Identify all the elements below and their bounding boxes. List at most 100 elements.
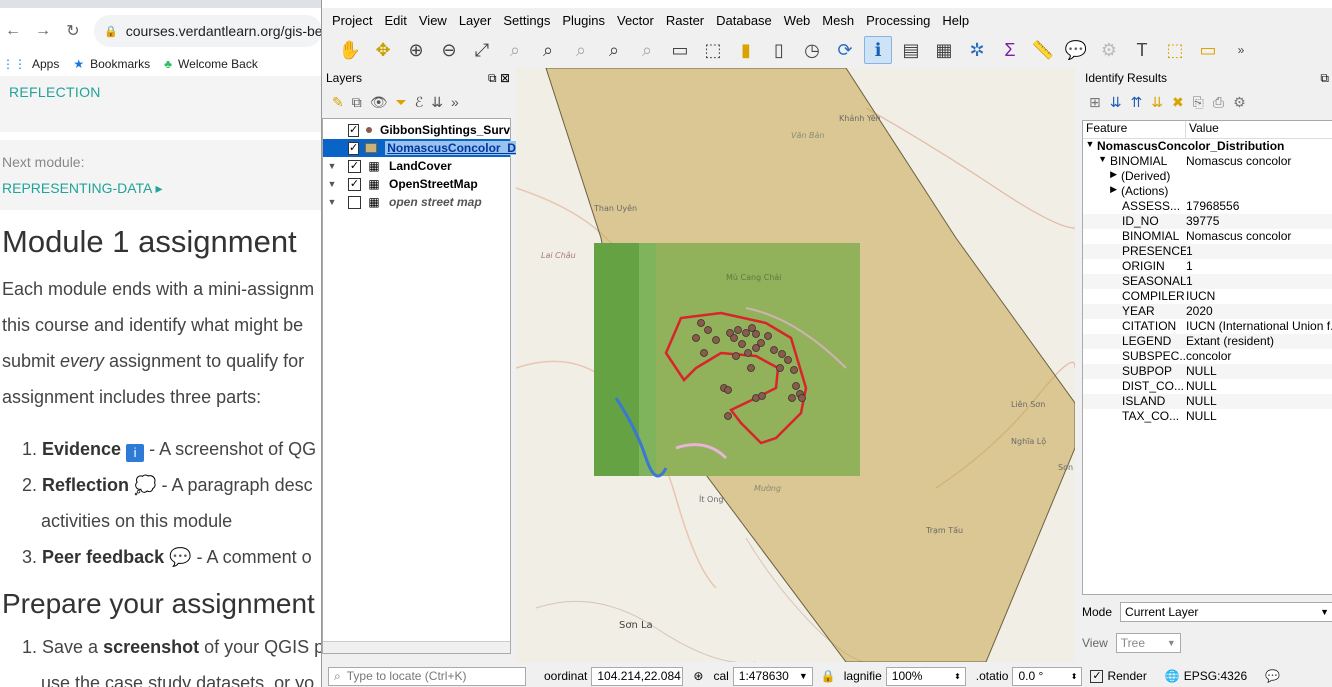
layer-styling-icon[interactable]: ✎	[332, 94, 344, 111]
crs-button[interactable]: EPSG:4326	[1184, 669, 1247, 683]
expand-tree-icon[interactable]: ⇊	[1110, 94, 1122, 111]
menu-view[interactable]: View	[413, 13, 453, 28]
identify-actions-row[interactable]: ▶ (Actions)	[1083, 184, 1332, 199]
pan-to-selection-icon[interactable]: ✥	[369, 36, 397, 64]
layer-visibility-checkbox[interactable]: ✓	[348, 177, 361, 191]
menu-raster[interactable]: Raster	[660, 13, 710, 28]
menu-database[interactable]: Database	[710, 13, 778, 28]
clear-results-icon[interactable]: ✖	[1172, 94, 1184, 111]
show-bookmarks-icon[interactable]: ▯	[765, 36, 793, 64]
zoom-out-icon[interactable]: ⊖	[435, 36, 463, 64]
new-bookmark-icon[interactable]: ▮	[732, 36, 760, 64]
layer-visibility-checkbox[interactable]	[348, 195, 361, 209]
forward-icon[interactable]: →	[34, 22, 52, 40]
zoom-next-icon[interactable]: ⌕	[633, 36, 661, 64]
map-canvas[interactable]: Khánh Yên Văn Bàn Than Uyên Mù Cang Chải…	[516, 68, 1075, 662]
layer-visibility-checkbox[interactable]: ✓	[348, 159, 361, 173]
expand-arrow-icon[interactable]: ▶	[1083, 184, 1121, 199]
render-checkbox[interactable]: ✓	[1090, 669, 1104, 683]
messages-icon[interactable]: 💬	[1265, 669, 1280, 683]
menu-mesh[interactable]: Mesh	[816, 13, 860, 28]
zoom-native-icon[interactable]: ⌕	[567, 36, 595, 64]
layer-visibility-checkbox[interactable]: ✓	[348, 123, 360, 137]
scale-field[interactable]: 1:478630 ▼	[732, 666, 813, 686]
temporal-controller-icon[interactable]: ◷	[798, 36, 826, 64]
measure-icon[interactable]: 📏	[1029, 36, 1057, 64]
column-value[interactable]: Value	[1186, 121, 1332, 138]
menu-processing[interactable]: Processing	[860, 13, 936, 28]
horizontal-scrollbar[interactable]	[323, 641, 510, 653]
next-module-link[interactable]: REPRESENTING-DATA ▸	[2, 180, 163, 197]
collapse-arrow-icon[interactable]: ▼	[1083, 154, 1110, 169]
lock-scale-icon[interactable]: 🔒	[821, 669, 836, 683]
menu-web[interactable]: Web	[778, 13, 817, 28]
expand-arrow-icon[interactable]: ▶	[1083, 169, 1121, 184]
locator-input[interactable]: ⌕ Type to locate (Ctrl+K)	[328, 666, 526, 686]
expand-arrow-icon[interactable]: ▼	[326, 161, 338, 171]
menu-project[interactable]: Project	[326, 13, 378, 28]
new-3d-view-icon[interactable]: ⬚	[699, 36, 727, 64]
magnifier-field[interactable]: 100% ⬍	[885, 666, 966, 686]
zoom-layer-icon[interactable]: ⌕	[534, 36, 562, 64]
menu-vector[interactable]: Vector	[611, 13, 660, 28]
expand-icon[interactable]: ⊞	[1089, 94, 1101, 111]
collapse-tree-icon[interactable]: ⇈	[1130, 94, 1142, 111]
layer-row-open-street-map[interactable]: ▼ ▦ open street map	[323, 193, 510, 211]
identify-attribute-row[interactable]: BINOMIAL Nomascus concolor	[1083, 229, 1332, 244]
zoom-full-icon[interactable]: ⤢	[468, 36, 496, 64]
identify-derived-row[interactable]: ▶ (Derived)	[1083, 169, 1332, 184]
identify-attribute-row[interactable]: SUBSPEC... concolor	[1083, 349, 1332, 364]
field-calculator-icon[interactable]: ▦	[930, 36, 958, 64]
float-panel-icon[interactable]: ⧉	[488, 71, 497, 85]
identify-attribute-row[interactable]: ISLAND NULL	[1083, 394, 1332, 409]
filter-legend-icon[interactable]: ⏷	[396, 94, 407, 111]
close-panel-icon[interactable]: ⊠	[500, 71, 510, 85]
deselect-features-icon[interactable]: ▭	[1194, 36, 1222, 64]
identify-attribute-row[interactable]: YEAR 2020	[1083, 304, 1332, 319]
coordinate-field[interactable]: 104.214,22.084	[591, 666, 684, 686]
expand-arrow-icon[interactable]: ▼	[326, 179, 338, 189]
refresh-icon[interactable]: ⟳	[831, 36, 859, 64]
reflection-link[interactable]: REFLECTION	[9, 84, 101, 100]
reload-icon[interactable]: ↻	[64, 21, 82, 41]
identify-attribute-row[interactable]: ID_NO 39775	[1083, 214, 1332, 229]
identify-layer-row[interactable]: ▼ NomascusConcolor_Distribution	[1083, 139, 1332, 154]
new-map-view-icon[interactable]: ▭	[666, 36, 694, 64]
identify-attribute-row[interactable]: SUBPOP NULL	[1083, 364, 1332, 379]
decorations-icon[interactable]: ⚙	[1095, 36, 1123, 64]
coordinate-toggle-icon[interactable]: ⊛	[693, 669, 703, 683]
toolbar-overflow-icon[interactable]: »	[1227, 36, 1255, 64]
identify-features-icon[interactable]: ℹ	[864, 36, 892, 64]
identify-attribute-row[interactable]: ASSESS... 17968556	[1083, 199, 1332, 214]
expand-arrow-icon[interactable]: ▼	[326, 197, 338, 207]
expand-all-icon[interactable]: ⇊	[431, 94, 443, 111]
menu-settings[interactable]: Settings	[497, 13, 556, 28]
statistics-icon[interactable]: Σ	[996, 36, 1024, 64]
select-features-icon[interactable]: ⬚	[1161, 36, 1189, 64]
map-tips-icon[interactable]: 💬	[1062, 36, 1090, 64]
layer-row-openstreetmap[interactable]: ▼ ✓ ▦ OpenStreetMap	[323, 175, 510, 193]
mode-select[interactable]: Current Layer ▼	[1120, 602, 1332, 622]
layer-row-nomascus-concolor[interactable]: ✓ NomascusConcolor_Di	[323, 139, 522, 157]
add-group-icon[interactable]: ⧉	[352, 94, 362, 111]
identify-attribute-row[interactable]: PRESENCE 1	[1083, 244, 1332, 259]
menu-edit[interactable]: Edit	[378, 13, 412, 28]
layer-visibility-checkbox[interactable]: ✓	[348, 141, 360, 155]
filter-expression-icon[interactable]: ℰ	[415, 94, 423, 111]
collapse-arrow-icon[interactable]: ▼	[1083, 139, 1097, 154]
identify-attribute-row[interactable]: COMPILER IUCN	[1083, 289, 1332, 304]
zoom-in-icon[interactable]: ⊕	[402, 36, 430, 64]
bookmark-welcome-back[interactable]: ♣ Welcome Back	[164, 57, 258, 71]
bookmark-apps[interactable]: ⋮⋮ Apps	[2, 57, 59, 71]
identify-settings-icon[interactable]: ⚙	[1233, 94, 1246, 111]
overflow-icon[interactable]: »	[451, 94, 459, 110]
identify-attribute-row[interactable]: SEASONAL 1	[1083, 274, 1332, 289]
text-annotation-icon[interactable]: T	[1128, 36, 1156, 64]
identify-attribute-row[interactable]: LEGEND Extant (resident)	[1083, 334, 1332, 349]
expand-new-icon[interactable]: ⇊	[1151, 94, 1163, 111]
zoom-last-icon[interactable]: ⌕	[600, 36, 628, 64]
menu-layer[interactable]: Layer	[453, 13, 498, 28]
print-icon[interactable]: ⎙	[1213, 94, 1224, 111]
menu-plugins[interactable]: Plugins	[556, 13, 611, 28]
identify-attribute-row[interactable]: CITATION IUCN (International Union f...	[1083, 319, 1332, 334]
